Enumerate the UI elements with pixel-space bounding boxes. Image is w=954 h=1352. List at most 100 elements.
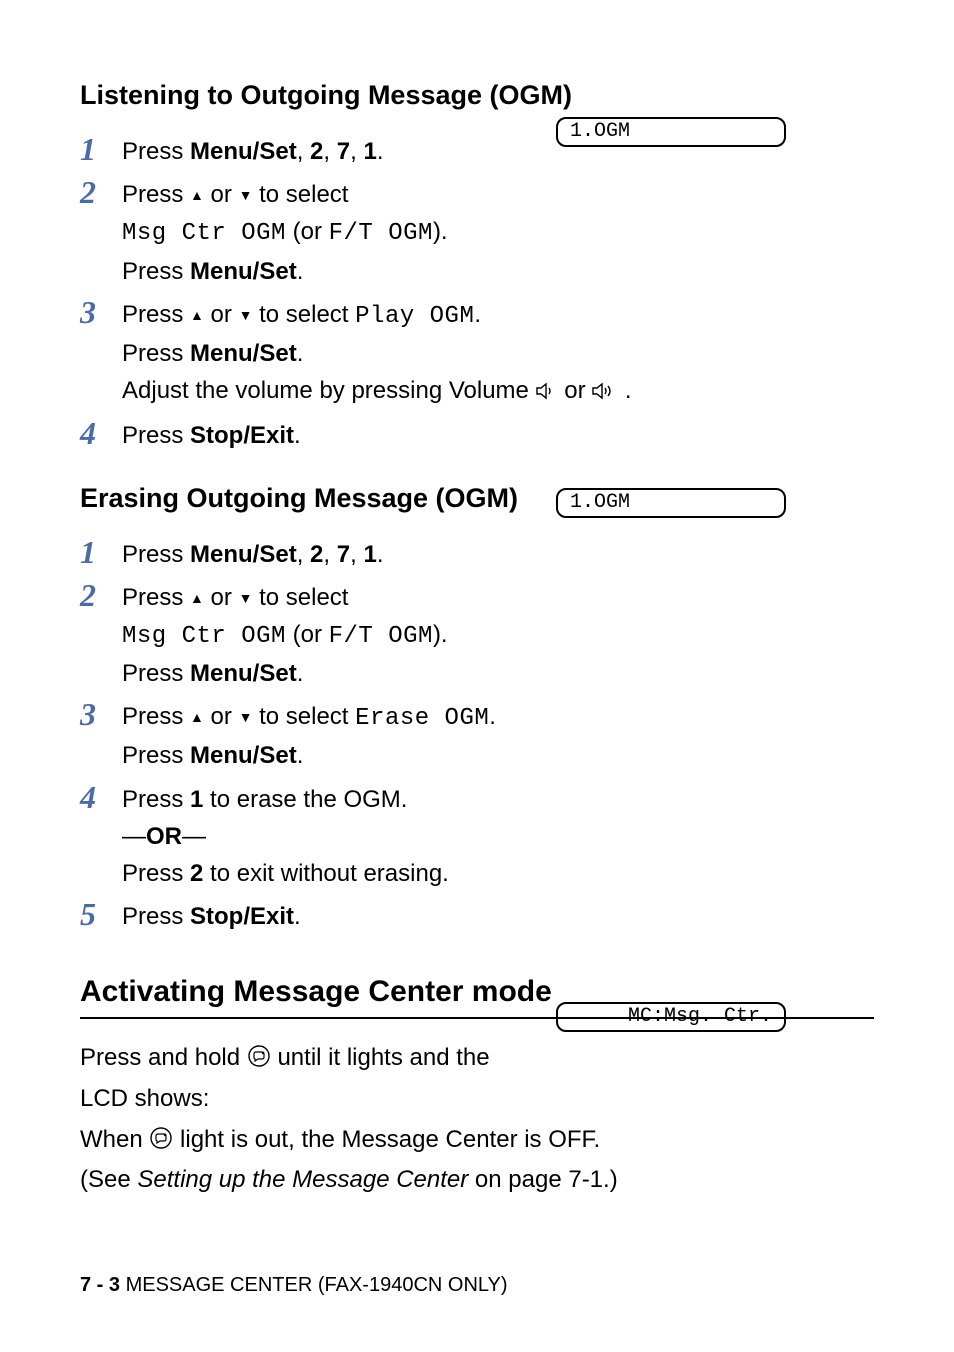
step-body: Press or to select Msg Ctr OGM (or F/T O… bbox=[122, 579, 874, 693]
text: (or bbox=[286, 218, 329, 245]
text: . bbox=[489, 703, 496, 730]
text: to erase the OGM. bbox=[203, 786, 407, 813]
text: . bbox=[377, 138, 384, 165]
paragraph: Press and hold until it lights and the L… bbox=[80, 1039, 874, 1116]
text: ). bbox=[433, 218, 448, 245]
text: light is out, the Message Center is OFF. bbox=[173, 1126, 600, 1153]
text: or bbox=[558, 377, 593, 404]
text: to select bbox=[252, 584, 348, 611]
text: Press bbox=[122, 903, 190, 930]
text: or bbox=[204, 584, 239, 611]
text: — bbox=[122, 823, 146, 850]
text: . bbox=[377, 541, 384, 568]
key-1: 1 bbox=[363, 138, 376, 165]
key-menu-set: Menu/Set bbox=[190, 258, 297, 285]
step-1-2: 2 Press or to select Msg Ctr OGM (or F/T… bbox=[80, 176, 874, 290]
text: Press bbox=[122, 660, 190, 687]
text: Press bbox=[122, 138, 190, 165]
message-center-button-icon bbox=[149, 1124, 173, 1161]
key-menu-set: Menu/Set bbox=[190, 660, 297, 687]
step-number: 4 bbox=[80, 417, 122, 451]
cross-ref: Setting up the Message Center bbox=[137, 1166, 468, 1193]
key-2: 2 bbox=[310, 541, 323, 568]
text: to select bbox=[252, 181, 348, 208]
key-1: 1 bbox=[190, 786, 203, 813]
text: . bbox=[294, 903, 301, 930]
key-menu-set: Menu/Set bbox=[190, 340, 297, 367]
step-number: 1 bbox=[80, 536, 122, 570]
text: or bbox=[204, 301, 239, 328]
text: Press bbox=[122, 422, 190, 449]
step-number: 1 bbox=[80, 133, 122, 167]
step-body: Press or to select Msg Ctr OGM (or F/T O… bbox=[122, 176, 874, 290]
key-stop-exit: Stop/Exit bbox=[190, 422, 294, 449]
step-number: 4 bbox=[80, 781, 122, 815]
up-arrow-icon bbox=[190, 703, 204, 730]
step-number: 3 bbox=[80, 698, 122, 732]
key-menu-set: Menu/Set bbox=[190, 138, 297, 165]
text: . bbox=[297, 660, 304, 687]
lcd-text: Msg Ctr OGM bbox=[122, 220, 286, 247]
step-body: Press Stop/Exit. bbox=[122, 417, 874, 454]
text: . bbox=[297, 742, 304, 769]
text: to select bbox=[252, 703, 355, 730]
text: (See bbox=[80, 1166, 137, 1193]
text: LCD shows: bbox=[80, 1080, 874, 1117]
step-2-2: 2 Press or to select Msg Ctr OGM (or F/T… bbox=[80, 579, 874, 693]
text: Press bbox=[122, 340, 190, 367]
volume-up-icon bbox=[592, 374, 618, 411]
up-arrow-icon bbox=[190, 301, 204, 328]
lcd-display-3: MC:Msg. Ctr. bbox=[556, 1002, 786, 1032]
lcd-text: Play OGM bbox=[355, 303, 474, 330]
step-2-5: 5 Press Stop/Exit. bbox=[80, 898, 874, 935]
down-arrow-icon bbox=[239, 301, 253, 328]
up-arrow-icon bbox=[190, 181, 204, 208]
text: , bbox=[323, 541, 336, 568]
step-2-4: 4 Press 1 to erase the OGM. —OR— Press 2… bbox=[80, 781, 874, 893]
step-2-3: 3 Press or to select Erase OGM. Press Me… bbox=[80, 698, 874, 774]
step-body: Press 1 to erase the OGM. —OR— Press 2 t… bbox=[122, 781, 874, 893]
volume-down-icon bbox=[536, 374, 558, 411]
key-menu-set: Menu/Set bbox=[190, 541, 297, 568]
key-2: 2 bbox=[310, 138, 323, 165]
text: . bbox=[294, 422, 301, 449]
text: or bbox=[204, 181, 239, 208]
or-text: OR bbox=[146, 823, 182, 850]
text: Press bbox=[122, 584, 190, 611]
text: Press bbox=[122, 742, 190, 769]
text: Press bbox=[122, 541, 190, 568]
text: . bbox=[618, 377, 631, 404]
key-stop-exit: Stop/Exit bbox=[190, 903, 294, 930]
text: , bbox=[350, 138, 363, 165]
page-footer: 7 - 3 MESSAGE CENTER (FAX-1940CN ONLY) bbox=[80, 1274, 508, 1297]
step-body: Press or to select Erase OGM. Press Menu… bbox=[122, 698, 874, 774]
step-1-4: 4 Press Stop/Exit. bbox=[80, 417, 874, 454]
key-7: 7 bbox=[337, 541, 350, 568]
text: , bbox=[297, 541, 310, 568]
text: (or bbox=[286, 621, 329, 648]
text: Adjust the volume by pressing Volume bbox=[122, 377, 536, 404]
text: Press bbox=[122, 181, 190, 208]
key-menu-set: Menu/Set bbox=[190, 742, 297, 769]
heading-listening-ogm: Listening to Outgoing Message (OGM) bbox=[80, 80, 874, 111]
text: Press bbox=[122, 786, 190, 813]
up-arrow-icon bbox=[190, 584, 204, 611]
step-1-3: 3 Press or to select Play OGM. Press Men… bbox=[80, 296, 874, 412]
down-arrow-icon bbox=[239, 703, 253, 730]
lcd-display-2: 1.OGM bbox=[556, 488, 786, 518]
step-number: 3 bbox=[80, 296, 122, 330]
step-body: Press Menu/Set, 2, 7, 1. bbox=[122, 536, 874, 573]
text: , bbox=[350, 541, 363, 568]
lcd-text: Msg Ctr OGM bbox=[122, 623, 286, 650]
step-number: 5 bbox=[80, 898, 122, 932]
text: Press bbox=[122, 301, 190, 328]
page-number: 7 - 3 bbox=[80, 1274, 120, 1296]
text: on page 7-1.) bbox=[468, 1166, 617, 1193]
down-arrow-icon bbox=[239, 181, 253, 208]
text: . bbox=[297, 258, 304, 285]
footer-title: MESSAGE CENTER (FAX-1940CN ONLY) bbox=[120, 1274, 508, 1296]
text: — bbox=[182, 823, 206, 850]
step-number: 2 bbox=[80, 176, 122, 210]
step-number: 2 bbox=[80, 579, 122, 613]
lcd-text: Erase OGM bbox=[355, 705, 489, 732]
